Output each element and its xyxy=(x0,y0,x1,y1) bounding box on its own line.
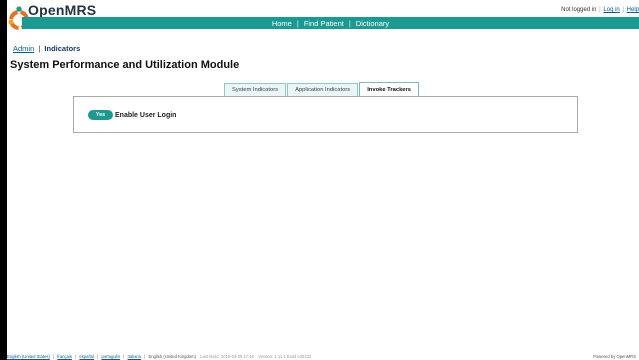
brand-name: OpenMRS xyxy=(28,2,97,18)
tab-invoke-trackers[interactable]: Invoke Trackers xyxy=(359,82,420,96)
nav-find-patient[interactable]: Find Patient xyxy=(299,19,349,28)
locale-fr[interactable]: français xyxy=(57,354,72,359)
tab-panel: Yes Enable User Login xyxy=(73,96,578,133)
tab-application-indicators[interactable]: Application Indicators xyxy=(287,83,359,96)
tab-bar: System Indicators Application Indicators… xyxy=(224,82,420,96)
locale-pt[interactable]: português xyxy=(101,354,120,359)
tab-system-indicators[interactable]: System Indicators xyxy=(224,83,287,96)
current-locale: English (United Kingdom) xyxy=(148,354,196,359)
version-info: Version: 1.11.1 Build e29232 xyxy=(258,354,312,359)
login-status: Not logged in xyxy=(561,7,597,13)
help-link[interactable]: Help xyxy=(627,7,639,13)
nav-home[interactable]: Home xyxy=(267,19,297,28)
login-link[interactable]: Log in xyxy=(603,7,619,13)
page: OpenMRS Not logged in | Log in | Help Ho… xyxy=(7,0,639,360)
breadcrumb-admin[interactable]: Admin xyxy=(13,44,34,53)
build-info: Last Build: 2015-03-25 17:46 xyxy=(200,354,254,359)
enable-user-login-toggle[interactable]: Yes xyxy=(88,110,113,120)
locale-it[interactable]: Italiano xyxy=(128,354,142,359)
user-bar: Not logged in | Log in | Help xyxy=(561,7,639,13)
locale-es[interactable]: español xyxy=(79,354,94,359)
breadcrumb: Admin | Indicators xyxy=(13,44,81,53)
locale-en-us[interactable]: English (United States) xyxy=(7,354,50,359)
breadcrumb-current: Indicators xyxy=(44,44,81,53)
nav-dictionary[interactable]: Dictionary xyxy=(351,19,394,28)
powered-by: Powered by OpenMRS xyxy=(593,354,636,359)
tracker-row: Yes Enable User Login xyxy=(88,110,176,120)
enable-user-login-label: Enable User Login xyxy=(115,111,177,119)
main-nav: Home | Find Patient | Dictionary xyxy=(22,17,639,29)
page-title: System Performance and Utilization Modul… xyxy=(10,59,240,71)
footer: English (United States) | français | esp… xyxy=(7,354,636,359)
